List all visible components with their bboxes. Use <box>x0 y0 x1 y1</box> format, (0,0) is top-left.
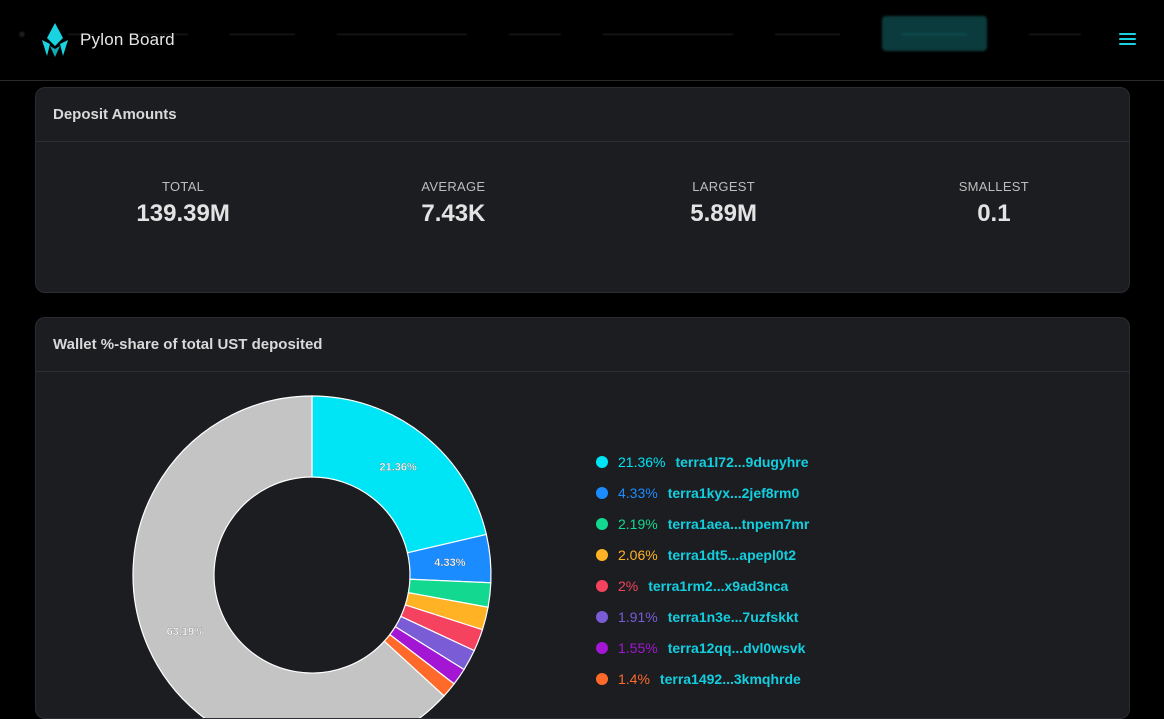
legend-item[interactable]: 21.36% terra1l72...9dugyhre <box>596 446 809 477</box>
pylon-logo-icon <box>42 23 68 57</box>
legend-percent: 1.91% <box>618 608 658 625</box>
legend-percent: 4.33% <box>618 484 658 501</box>
legend-wallet-address[interactable]: terra1aea...tnpem7mr <box>668 516 810 532</box>
legend-percent: 1.55% <box>618 639 658 656</box>
legend-dot-icon <box>596 579 608 592</box>
legend-item[interactable]: 4.33% terra1kyx...2jef8rm0 <box>596 477 809 508</box>
stat-label: TOTAL <box>162 179 205 194</box>
wallet-share-card: Wallet %-share of total UST deposited 21… <box>35 317 1130 719</box>
legend-wallet-address[interactable]: terra1rm2...x9ad3nca <box>648 578 788 594</box>
legend-wallet-address[interactable]: terra1492...3kmqhrde <box>660 671 801 687</box>
stat-total: TOTAL 139.39M <box>36 179 318 228</box>
legend-dot-icon <box>596 610 608 623</box>
pie-slice[interactable] <box>311 395 488 554</box>
legend-percent: 1.4% <box>618 670 650 687</box>
brand[interactable]: Pylon Board <box>38 22 175 58</box>
legend-item[interactable]: 2.19% terra1aea...tnpem7mr <box>596 508 809 539</box>
legend-percent: 21.36% <box>618 453 666 470</box>
stat-value: 7.43K <box>421 200 486 227</box>
legend-item[interactable]: 2.06% terra1dt5...apepl0t2 <box>596 539 809 570</box>
stat-smallest: SMALLEST 0.1 <box>859 179 1129 228</box>
stat-label: AVERAGE <box>421 179 486 194</box>
card-title: Deposit Amounts <box>36 88 1129 142</box>
legend-dot-icon <box>596 548 608 561</box>
legend-wallet-address[interactable]: terra1dt5...apepl0t2 <box>668 547 796 563</box>
top-navbar: ● —— ———— ————— —————————— ———— —————————— ————… <box>0 0 1164 81</box>
legend-item[interactable]: 1.4% terra1492...3kmqhrde <box>596 663 809 694</box>
chart-legend: 21.36% terra1l72...9dugyhre 4.33% terra1kyx… <box>596 446 809 694</box>
deposit-amounts-card: Deposit Amounts TOTAL 139.39M AVERAGE 7.… <box>35 87 1130 293</box>
legend-dot-icon <box>596 672 608 685</box>
legend-wallet-address[interactable]: terra1n3e...7uzfskkt <box>668 609 799 625</box>
legend-percent: 2% <box>618 577 639 594</box>
legend-dot-icon <box>596 455 608 468</box>
stat-largest: LARGEST 5.89M <box>589 179 859 228</box>
stats-row: TOTAL 139.39M AVERAGE 7.43K LARGEST 5.89… <box>36 142 1129 228</box>
stat-average: AVERAGE 7.43K <box>318 179 588 228</box>
stat-value: 0.1 <box>977 200 1011 227</box>
slice-data-label: 4.33% <box>434 557 465 569</box>
legend-dot-icon <box>596 517 608 530</box>
legend-percent: 2.19% <box>618 515 658 532</box>
stat-value: 139.39M <box>136 200 230 227</box>
slice-data-label: 21.36% <box>379 462 417 474</box>
legend-dot-icon <box>596 486 608 499</box>
slice-data-label: 63.19% <box>167 626 205 638</box>
donut-chart: 21.36% 4.33% 63.19% <box>132 395 492 718</box>
legend-item[interactable]: 1.55% terra12qq...dvl0wsvk <box>596 632 809 663</box>
legend-wallet-address[interactable]: terra1l72...9dugyhre <box>675 454 808 470</box>
stat-label: SMALLEST <box>958 179 1030 194</box>
legend-percent: 2.06% <box>618 546 658 563</box>
brand-title: Pylon Board <box>80 30 175 49</box>
menu-icon[interactable] <box>1119 33 1136 47</box>
legend-item[interactable]: 2% terra1rm2...x9ad3nca <box>596 570 809 601</box>
legend-item[interactable]: 1.91% terra1n3e...7uzfskkt <box>596 601 809 632</box>
stat-label: LARGEST <box>692 179 756 194</box>
legend-wallet-address[interactable]: terra12qq...dvl0wsvk <box>668 640 806 656</box>
stat-value: 5.89M <box>690 200 757 227</box>
legend-wallet-address[interactable]: terra1kyx...2jef8rm0 <box>668 485 800 501</box>
legend-dot-icon <box>596 641 608 654</box>
